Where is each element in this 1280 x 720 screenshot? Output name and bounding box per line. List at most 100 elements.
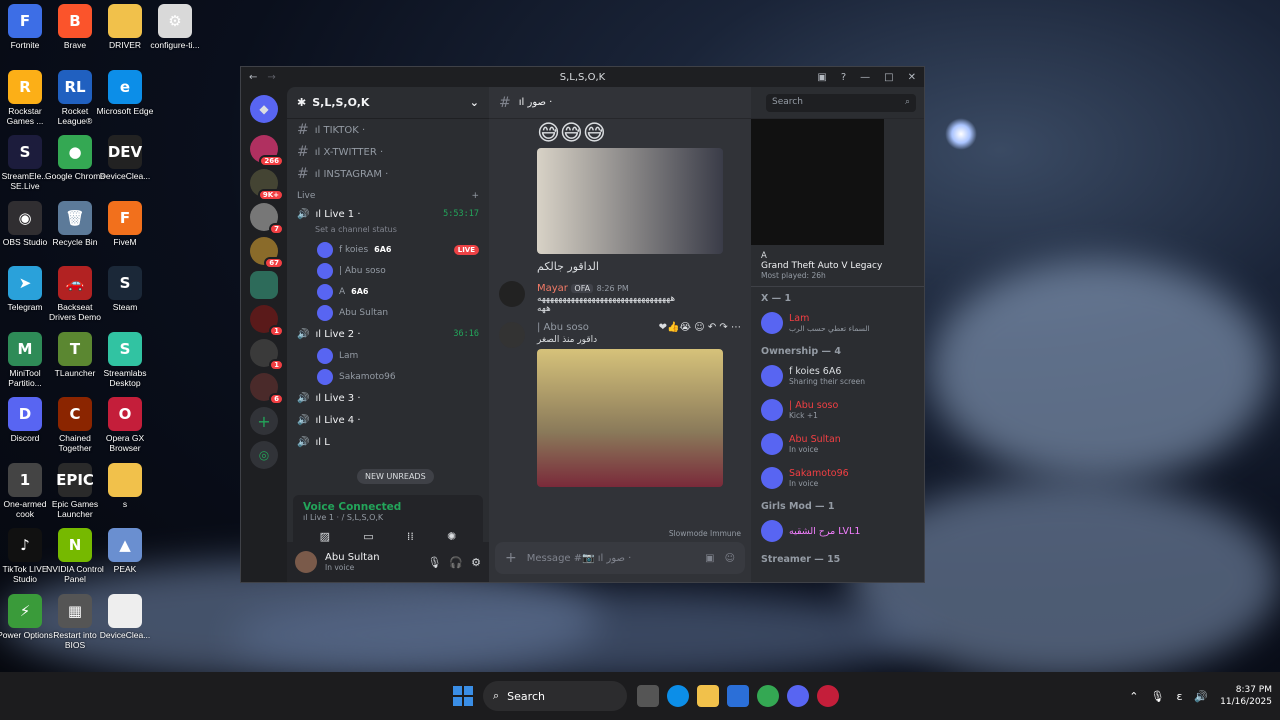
desktop-shortcut[interactable]: DeviceClea...	[95, 593, 155, 640]
avatar	[761, 399, 783, 421]
server-header[interactable]: ✱ S,L,S,O,K ⌄	[287, 87, 489, 119]
search-input[interactable]: Search ⌕	[766, 93, 916, 112]
voice-member[interactable]: | Abu soso	[287, 260, 489, 281]
channel-x-twitter[interactable]: # ıl X-TWITTER ·	[287, 141, 489, 163]
guild-badge: 7	[269, 223, 284, 235]
headphones-icon[interactable]: 🎧	[449, 556, 463, 569]
file-explorer-icon[interactable]	[697, 685, 719, 707]
guild-icon[interactable]: 9K+	[250, 169, 284, 201]
add-attachment-icon[interactable]: +	[505, 550, 517, 566]
voice-channel-name: ıl Live 2 ·	[315, 328, 361, 340]
guild-icon[interactable]: 6	[250, 373, 284, 405]
member-activity: In voice	[789, 445, 819, 454]
desktop-shortcut[interactable]: O Opera GX Browser	[95, 397, 155, 453]
chat-area: # ıl صور · 😅😅😅 الداقور جالكم Mayar OFA 8…	[489, 87, 751, 582]
gift-icon[interactable]: ▣	[705, 553, 714, 564]
language-indicator[interactable]: ε	[1176, 690, 1182, 703]
chevron-down-icon[interactable]: ⌄	[470, 96, 479, 109]
member-list: Search ⌕ A Grand Theft Auto V Legacy Most…	[751, 87, 924, 582]
avatar[interactable]	[295, 551, 317, 573]
voice-member[interactable]: Lam	[287, 345, 489, 366]
task-view-icon[interactable]	[637, 685, 659, 707]
screen-share-preview[interactable]	[751, 119, 884, 245]
guild-icon[interactable]: 1	[250, 339, 284, 371]
discover-icon[interactable]: ◎	[250, 441, 278, 469]
message-list: 😅😅😅 الداقور جالكم Mayar OFA 8:26 PM هههه…	[489, 119, 751, 534]
emoji-icon[interactable]: ☺	[725, 553, 735, 564]
message-actions[interactable]: ❤👍😭 ☺ ↶ ↷ ⋯	[659, 322, 741, 333]
channel-status[interactable]: Set a channel status	[287, 225, 489, 239]
discord-window[interactable]: ← → S,L,S,O,K ▣ ? — □ ✕ ◆ 266 9K+ 7 67 1…	[240, 66, 925, 583]
voice-channel[interactable]: 🔊 ıl Live 3 ·	[287, 387, 489, 409]
message-image[interactable]	[537, 148, 723, 254]
message-image[interactable]	[537, 349, 723, 487]
channel-instagram[interactable]: # ıl INSTAGRAM ·	[287, 163, 489, 185]
discord-taskbar-icon[interactable]	[787, 685, 809, 707]
member-row[interactable]: مرح الشقيه LVL1	[751, 514, 924, 548]
voice-member[interactable]: A 6A6	[287, 281, 489, 302]
member-row[interactable]: Lam السماء تعطي حسب الرب	[751, 306, 924, 340]
desktop-shortcut[interactable]: DEV DeviceClea...	[95, 135, 155, 181]
member-row[interactable]: | Abu soso Kick +1	[751, 393, 924, 427]
message-composer[interactable]: + Message #📷 ıl صور · ▣ ☺	[495, 542, 745, 574]
discord-home-icon[interactable]: ◆	[250, 95, 278, 123]
desktop-shortcut[interactable]: s	[95, 462, 155, 509]
message-author[interactable]: | Abu soso	[537, 322, 589, 333]
guild-icon[interactable]: 1	[250, 305, 284, 337]
add-channel-icon[interactable]: +	[471, 191, 479, 201]
desktop-shortcut[interactable]: F FiveM	[95, 200, 155, 247]
voice-channel[interactable]: 🔊 ıl Live 4 ·	[287, 409, 489, 431]
chrome-icon[interactable]	[757, 685, 779, 707]
member-row[interactable]: Abu Sultan In voice	[751, 427, 924, 461]
message-time: 8:26 PM	[596, 284, 629, 293]
member-row[interactable]: Sakamoto96 In voice	[751, 461, 924, 495]
taskbar-search[interactable]: ⌕ Search	[483, 681, 627, 711]
avatar[interactable]	[499, 322, 525, 348]
avatar[interactable]	[499, 281, 525, 307]
desktop-shortcut[interactable]: S Steam	[95, 266, 155, 312]
desktop-shortcut[interactable]: ▲ PEAK	[95, 528, 155, 574]
guild-badge: 9K+	[257, 189, 284, 201]
guild-icon[interactable]: 266	[250, 135, 284, 167]
member-row[interactable]: f koies 6A6 Sharing their screen	[751, 359, 924, 393]
guild-icon[interactable]: 7	[250, 203, 284, 235]
voice-location[interactable]: ıl Live 1 · / S,L,S,O,K	[303, 513, 473, 522]
member-name: | Abu soso	[789, 400, 839, 411]
new-unreads-pill[interactable]: NEW UNREADS	[357, 469, 434, 484]
voice-member[interactable]: Abu Sultan	[287, 302, 489, 323]
app-icon: O	[108, 397, 142, 431]
message: Mayar OFA 8:26 PM هههههههههههههههههههههه…	[499, 281, 741, 314]
voice-channel-list: 🔊 ıl Live 1 · 5:53:17 Set a channel status f…	[287, 203, 489, 453]
settings-gear-icon[interactable]: ⚙	[471, 556, 481, 569]
compose-input[interactable]: Message #📷 ıl صور ·	[527, 553, 632, 564]
member-name: f koies	[339, 244, 369, 255]
guild-icon[interactable]: 67	[250, 237, 284, 269]
guild-icon-active[interactable]	[250, 271, 278, 299]
channel-tiktok[interactable]: # ıl TIKTOK ·	[287, 119, 489, 141]
shortcut-label: DRIVER	[108, 40, 142, 50]
voice-channel[interactable]: 🔊 ıl Live 1 · 5:53:17	[287, 203, 489, 225]
activity-card[interactable]: A Grand Theft Auto V Legacy Most played:…	[751, 245, 924, 287]
voice-member[interactable]: f koies 6A6 LIVE	[287, 239, 489, 260]
desktop-shortcut[interactable]: e Microsoft Edge	[95, 69, 155, 116]
microphone-tray-icon[interactable]: 🎙	[1151, 690, 1165, 703]
clock[interactable]: 8:37 PM 11/16/2025	[1220, 684, 1272, 708]
voice-category[interactable]: Live +	[287, 185, 489, 203]
desktop-shortcut[interactable]: S Streamlabs Desktop	[95, 331, 155, 388]
volume-icon[interactable]: 🔊	[1194, 690, 1208, 703]
speaker-icon: 🔊	[297, 436, 310, 448]
user-status: In voice	[325, 563, 355, 572]
start-icon[interactable]	[453, 686, 473, 706]
voice-channel[interactable]: 🔊 ıl L	[287, 431, 489, 453]
chevron-up-icon[interactable]: ⌃	[1129, 690, 1138, 703]
desktop-shortcut[interactable]: ⚙ configure-ti...	[145, 4, 205, 50]
voice-channel[interactable]: 🔊 ıl Live 2 · 36:16	[287, 323, 489, 345]
message-author[interactable]: Mayar	[537, 283, 568, 294]
add-server-icon[interactable]: +	[250, 407, 278, 435]
voice-member[interactable]: Sakamoto96	[287, 366, 489, 387]
app-icon: R	[8, 69, 42, 104]
opera-gx-icon[interactable]	[817, 685, 839, 707]
edge-icon[interactable]	[667, 685, 689, 707]
microphone-icon[interactable]: 🎙	[427, 556, 441, 569]
store-icon[interactable]	[727, 685, 749, 707]
